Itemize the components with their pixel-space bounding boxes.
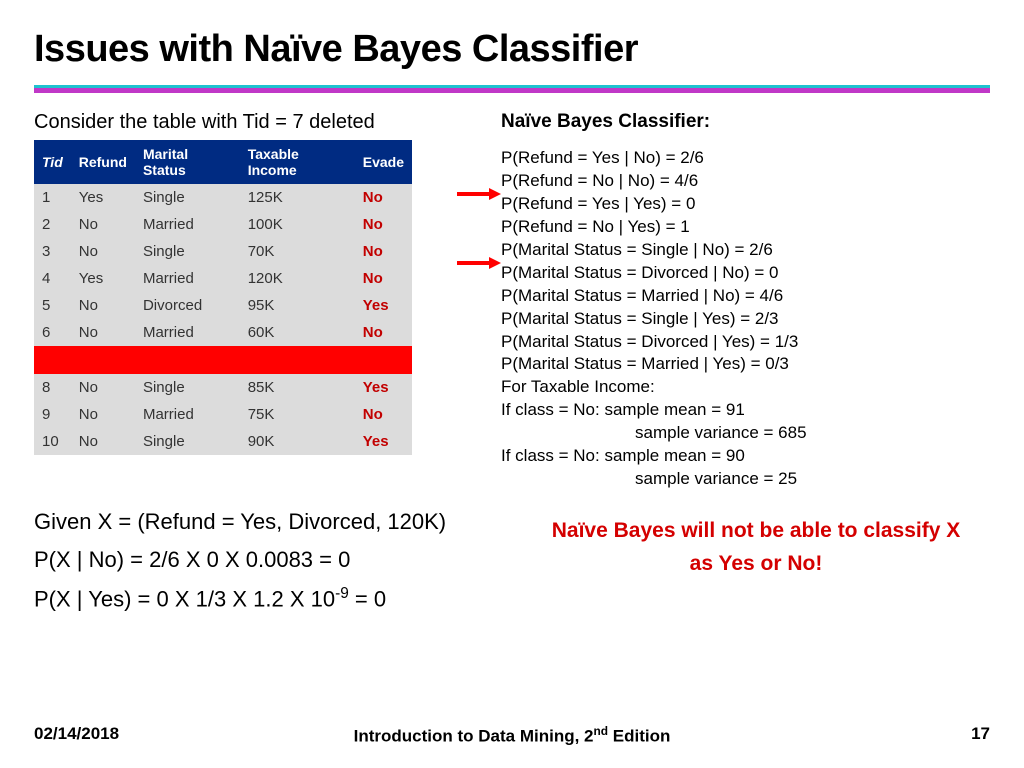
prob-line: P(Refund = No | Yes) = 1: [501, 216, 981, 239]
col-tid: Tid: [34, 140, 71, 184]
col-marital: Marital Status: [135, 140, 240, 184]
prob-line: sample variance = 25: [501, 468, 981, 491]
table-row: 9NoMarried75KNo: [34, 401, 412, 428]
footer: 02/14/2018 Introduction to Data Mining, …: [34, 724, 990, 744]
table-row: [34, 346, 412, 374]
table-row: 2NoMarried100KNo: [34, 211, 412, 238]
nbc-heading: Naïve Bayes Classifier:: [501, 111, 981, 133]
footer-book: Introduction to Data Mining, 2nd Edition: [34, 724, 990, 747]
prob-line: P(Marital Status = Single | Yes) = 2/3: [501, 308, 981, 331]
data-table: Tid Refund Marital Status Taxable Income…: [34, 140, 412, 455]
prob-line: sample variance = 685: [501, 422, 981, 445]
table-row: 1YesSingle125KNo: [34, 184, 412, 211]
table-row: 3NoSingle70KNo: [34, 238, 412, 265]
table-row: 8NoSingle85KYes: [34, 374, 412, 401]
col-evade: Evade: [355, 140, 412, 184]
col-income: Taxable Income: [240, 140, 355, 184]
p-yes-line: P(X | Yes) = 0 X 1/3 X 1.2 X 10-9 = 0: [34, 585, 994, 612]
slide-title: Issues with Naïve Bayes Classifier: [34, 28, 990, 71]
table-row: 4YesMarried120KNo: [34, 265, 412, 292]
prob-line: P(Refund = No | No) = 4/6: [501, 170, 981, 193]
warning-text: Naïve Bayes will not be able to classify…: [541, 515, 971, 580]
table-row: 10NoSingle90KYes: [34, 428, 412, 455]
lead-text: Consider the table with Tid = 7 deleted: [34, 111, 474, 134]
right-column: Naïve Bayes Classifier: P(Refund = Yes |…: [501, 111, 981, 491]
p-yes-exp: -9: [335, 585, 349, 602]
prob-line: P(Marital Status = Married | No) = 4/6: [501, 285, 981, 308]
prob-line: P(Refund = Yes | No) = 2/6: [501, 147, 981, 170]
prob-line: For Taxable Income:: [501, 376, 981, 399]
prob-line: P(Refund = Yes | Yes) = 0: [501, 193, 981, 216]
p-yes-suffix: = 0: [349, 586, 386, 611]
table-row: 5NoDivorced95KYes: [34, 292, 412, 319]
title-divider: [34, 85, 990, 93]
prob-line: P(Marital Status = Single | No) = 2/6: [501, 239, 981, 262]
left-column: Consider the table with Tid = 7 deleted …: [34, 111, 474, 455]
probability-list: P(Refund = Yes | No) = 2/6P(Refund = No …: [501, 147, 981, 491]
prob-line: P(Marital Status = Married | Yes) = 0/3: [501, 353, 981, 376]
prob-line: P(Marital Status = Divorced | No) = 0: [501, 262, 981, 285]
table-row: 6NoMarried60KNo: [34, 319, 412, 346]
p-yes-prefix: P(X | Yes) = 0 X 1/3 X 1.2 X 10: [34, 586, 335, 611]
prob-line: If class = No: sample mean = 90: [501, 445, 981, 468]
arrow-icon: [457, 187, 501, 201]
prob-line: P(Marital Status = Divorced | Yes) = 1/3: [501, 331, 981, 354]
col-refund: Refund: [71, 140, 135, 184]
prob-line: If class = No: sample mean = 91: [501, 399, 981, 422]
arrow-icon: [457, 256, 501, 270]
